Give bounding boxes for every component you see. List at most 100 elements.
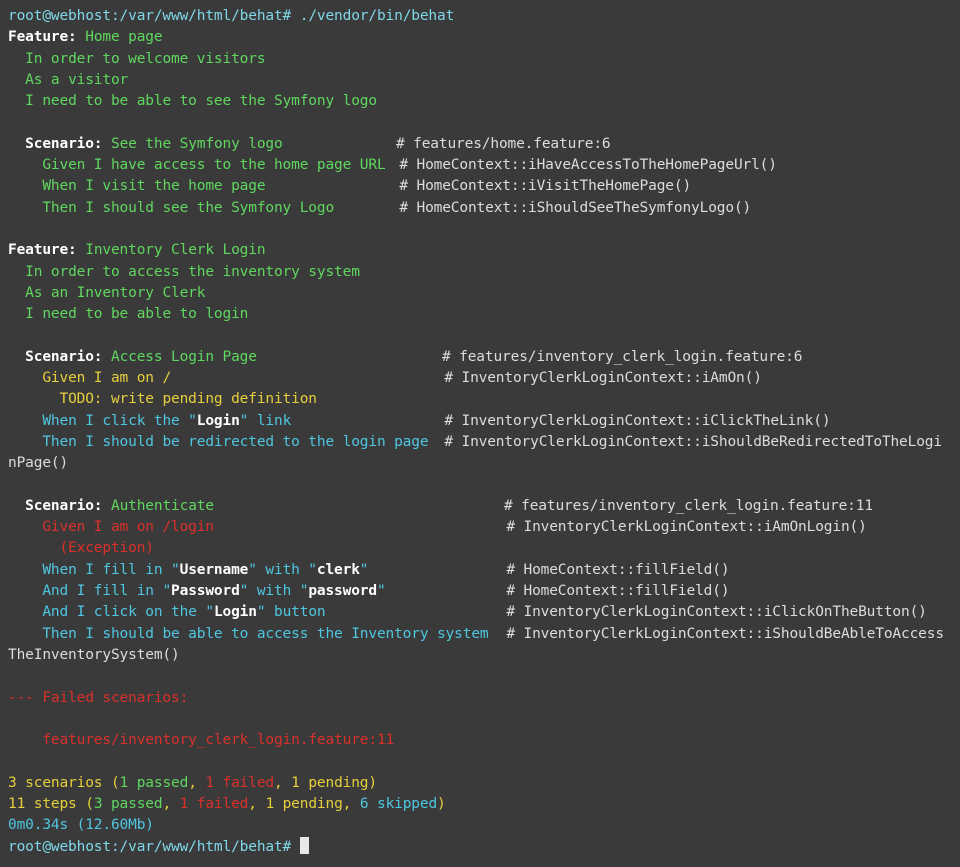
step-text-part: When I fill in " xyxy=(42,561,180,578)
scenario-comment: # features/inventory_clerk_login.feature… xyxy=(503,497,873,514)
feature-title: Inventory Clerk Login xyxy=(85,242,266,259)
step-line: Then I should be able to access the Inve… xyxy=(8,624,960,645)
step-line: Then I should be redirected to the login… xyxy=(8,432,960,453)
final-prompt-line[interactable]: root@webhost:/var/www/html/behat# xyxy=(8,836,960,858)
feature-description: I need to be able to login xyxy=(8,304,960,325)
summary-passed: 1 passed xyxy=(119,774,189,791)
feature-desc-line: As a visitor xyxy=(25,71,129,88)
scenario-comment: # features/inventory_clerk_login.feature… xyxy=(441,348,803,365)
feature-desc-line: As an Inventory Clerk xyxy=(25,284,206,301)
scenario-keyword: Scenario: xyxy=(25,497,103,514)
step-argument: Login xyxy=(196,412,240,429)
step-argument: Login xyxy=(213,604,257,621)
feature-description: As a visitor xyxy=(8,70,960,91)
scenario-keyword: Scenario: xyxy=(25,135,103,152)
step-argument: clerk xyxy=(316,561,360,578)
summary-failed: 1 failed xyxy=(205,774,274,791)
step-line: Then I should see the Symfony Logo # Home… xyxy=(8,198,960,219)
scenario-heading: Scenario: Authenticate # features/invento… xyxy=(8,496,960,517)
step-comment: # HomeContext::fillField() xyxy=(506,583,730,600)
step-argument: Username xyxy=(179,561,249,578)
step-text-skipped: And I click on the "Login" button xyxy=(42,602,506,623)
summary-separator: , xyxy=(162,795,180,812)
step-text: When I visit the home page xyxy=(42,178,266,195)
scenario-heading: Scenario: See the Symfony logo # features… xyxy=(8,134,960,155)
step-line: Given I have access to the home page URL… xyxy=(8,155,960,176)
step-comment: # InventoryClerkLoginContext::iAmOn() xyxy=(444,370,762,387)
step-text-part: When I click the " xyxy=(42,412,197,429)
scenario-title: Authenticate xyxy=(110,497,214,514)
step-line: Given I am on /login # InventoryClerkLogi… xyxy=(8,517,960,538)
feature-keyword: Feature: xyxy=(8,242,77,259)
steps-summary: 11 steps (3 passed, 1 failed, 1 pending,… xyxy=(8,794,960,815)
step-text-part: And I click on the " xyxy=(42,604,214,621)
step-comment: # HomeContext::iHaveAccessToTheHomePageU… xyxy=(399,157,777,174)
step-line: And I click on the "Login" button # Inven… xyxy=(8,602,960,623)
step-line: When I click the "Login" link # Inventory… xyxy=(8,411,960,432)
step-comment: # InventoryClerkLoginContext::iShouldBeR… xyxy=(444,433,942,450)
feature-desc-line: In order to access the inventory system xyxy=(25,263,360,280)
step-text-skipped: Then I should be redirected to the login… xyxy=(42,433,429,450)
step-text-part: " xyxy=(376,583,386,600)
summary-separator: , xyxy=(248,795,266,812)
feature-description: In order to access the inventory system xyxy=(8,262,960,283)
step-text-part: " button xyxy=(256,604,326,621)
failed-scenario-item: features/inventory_clerk_login.feature:1… xyxy=(42,732,395,749)
shell-prompt: root@webhost:/var/www/html/behat# xyxy=(8,838,292,855)
feature-desc-line: I need to be able to see the Symfony log… xyxy=(25,93,377,110)
feature-title: Home page xyxy=(85,29,163,46)
command-text: ./vendor/bin/behat xyxy=(299,8,455,24)
step-line: When I fill in "Username" with "clerk" # … xyxy=(8,560,960,581)
feature-desc-line: In order to welcome visitors xyxy=(25,50,266,67)
step-text-skipped: When I click the "Login" link xyxy=(42,411,444,432)
text-cursor xyxy=(299,836,309,854)
summary-text: 11 steps ( xyxy=(8,795,94,812)
exception-line: (Exception) xyxy=(8,538,960,559)
step-comment: # HomeContext::iShouldSeeTheSymfonyLogo(… xyxy=(399,199,752,216)
feature-keyword: Feature: xyxy=(8,29,77,46)
step-argument: password xyxy=(308,583,377,600)
wrapped-comment-line: TheInventorySystem() xyxy=(8,645,960,666)
exception-text: (Exception) xyxy=(59,540,154,557)
step-line: When I visit the home page # HomeContext:… xyxy=(8,176,960,197)
summary-pending: 1 pending xyxy=(291,774,369,791)
summary-skipped: 6 skipped xyxy=(359,795,438,812)
step-comment: # InventoryClerkLoginContext::iAmOnLogin… xyxy=(506,519,867,536)
summary-separator: , xyxy=(274,774,292,791)
summary-passed: 3 passed xyxy=(93,795,163,812)
scenario-heading: Scenario: Access Login Page # features/in… xyxy=(8,347,960,368)
step-text-part: And I fill in " xyxy=(42,583,172,600)
scenario-keyword: Scenario: xyxy=(25,348,103,365)
summary-separator: , xyxy=(342,795,360,812)
execution-time: 0m0.34s (12.60Mb) xyxy=(8,817,154,834)
step-comment: # InventoryClerkLoginContext::iClickTheL… xyxy=(444,412,831,429)
summary-text: ) xyxy=(437,795,446,812)
failed-scenarios-header: --- Failed scenarios: xyxy=(8,689,189,706)
time-summary: 0m0.34s (12.60Mb) xyxy=(8,815,960,836)
feature-description: As an Inventory Clerk xyxy=(8,283,960,304)
feature-heading: Feature: Home page xyxy=(8,27,960,48)
todo-line: TODO: write pending definition xyxy=(8,389,960,410)
step-line: And I fill in "Password" with "password"… xyxy=(8,581,960,602)
step-comment: # HomeContext::iVisitTheHomePage() xyxy=(399,178,692,195)
command-line: root@webhost:/var/www/html/behat# ./vend… xyxy=(8,6,960,27)
step-text: Given I have access to the home page URL xyxy=(42,157,386,174)
step-comment: # InventoryClerkLoginContext::iClickOnTh… xyxy=(506,604,927,621)
step-text-skipped: When I fill in "Username" with "clerk" xyxy=(42,560,506,581)
scenario-comment: # features/home.feature:6 xyxy=(395,135,611,152)
step-line: Given I am on / # InventoryClerkLoginCont… xyxy=(8,368,960,389)
step-text-part: " link xyxy=(239,412,292,429)
step-comment: # InventoryClerkLoginContext::iShouldBeA… xyxy=(506,625,944,642)
terminal-window[interactable]: root@webhost:/var/www/html/behat# ./vend… xyxy=(0,0,960,867)
step-text-skipped: Then I should be able to access the Inve… xyxy=(42,625,489,642)
summary-text: 3 scenarios ( xyxy=(8,774,120,791)
summary-failed: 1 failed xyxy=(179,795,249,812)
summary-separator: , xyxy=(188,774,206,791)
step-text-part: " with " xyxy=(248,561,317,578)
